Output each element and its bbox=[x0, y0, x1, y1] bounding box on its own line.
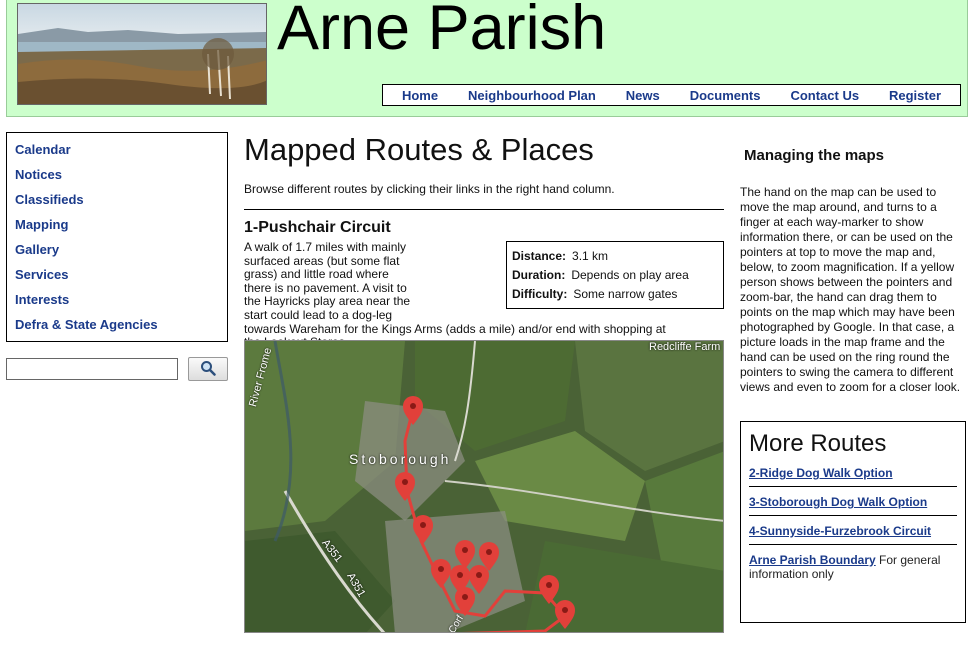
main-content: Mapped Routes & Places Browse different … bbox=[244, 130, 724, 349]
sidebar-item-services[interactable]: Services bbox=[15, 267, 227, 292]
more-routes-title: More Routes bbox=[749, 430, 887, 457]
sidebar-item-defra-state-agencies[interactable]: Defra & State Agencies bbox=[15, 317, 227, 342]
difficulty-row: Difficulty: Some narrow gates bbox=[512, 287, 678, 301]
sidebar-item-mapping[interactable]: Mapping bbox=[15, 217, 227, 242]
route-title: 1-Pushchair Circuit bbox=[244, 219, 391, 236]
aside-title: Managing the maps bbox=[744, 147, 885, 164]
sidebar-item-gallery[interactable]: Gallery bbox=[15, 242, 227, 267]
header-landscape-photo bbox=[17, 3, 267, 105]
sidebar-item-calendar[interactable]: Calendar bbox=[15, 142, 227, 167]
intro-text: Browse different routes by clicking thei… bbox=[244, 182, 615, 196]
sidebar-item-notices[interactable]: Notices bbox=[15, 167, 227, 192]
duration-row: Duration: Depends on play area bbox=[512, 268, 689, 282]
maps-help-panel: Managing the maps The hand on the map ca… bbox=[740, 138, 970, 395]
route-link-sunnyside-furzebrook[interactable]: 4-Sunnyside-Furzebrook Circuit bbox=[749, 524, 931, 538]
site-title: Arne Parish bbox=[277, 0, 607, 63]
nav-home[interactable]: Home bbox=[402, 88, 438, 103]
map-label-farm: Redcliffe Farm bbox=[649, 341, 721, 353]
top-navigation: Home Neighbourhood Plan News Documents C… bbox=[382, 84, 961, 106]
search-input[interactable] bbox=[6, 358, 178, 380]
list-item: Arne Parish Boundary For general informa… bbox=[749, 545, 957, 587]
page-title: Mapped Routes & Places bbox=[244, 132, 594, 167]
nav-neighbourhood-plan[interactable]: Neighbourhood Plan bbox=[468, 88, 596, 103]
search-button[interactable] bbox=[188, 357, 228, 381]
distance-row: Distance: 3.1 km bbox=[512, 249, 609, 263]
route-link-parish-boundary[interactable]: Arne Parish Boundary bbox=[749, 553, 876, 567]
nav-news[interactable]: News bbox=[626, 88, 660, 103]
sidebar-item-classifieds[interactable]: Classifieds bbox=[15, 192, 227, 217]
sidebar-item-interests[interactable]: Interests bbox=[15, 292, 227, 317]
magnifier-icon bbox=[200, 360, 216, 379]
nav-register[interactable]: Register bbox=[889, 88, 941, 103]
aside-text: The hand on the map can be used to move … bbox=[740, 185, 961, 394]
nav-contact-us[interactable]: Contact Us bbox=[790, 88, 859, 103]
route-link-stoborough-dog-walk[interactable]: 3-Stoborough Dog Walk Option bbox=[749, 495, 927, 509]
more-routes-box: More Routes 2-Ridge Dog Walk Option 3-St… bbox=[740, 421, 966, 623]
route-facts-box: Distance: 3.1 km Duration: Depends on play… bbox=[506, 241, 724, 309]
route-details: A walk of 1.7 miles with mainly surfaced… bbox=[244, 240, 724, 349]
list-item: 2-Ridge Dog Walk Option bbox=[749, 458, 957, 487]
sidebar-menu: Calendar Notices Classifieds Mapping Gal… bbox=[6, 132, 228, 342]
map-label-village: Stoborough bbox=[349, 451, 452, 467]
route-map[interactable]: Redcliffe Farm River Frome Stoborough A3… bbox=[244, 340, 724, 633]
divider bbox=[244, 209, 724, 210]
nav-documents[interactable]: Documents bbox=[690, 88, 761, 103]
list-item: 3-Stoborough Dog Walk Option bbox=[749, 487, 957, 516]
list-item: 4-Sunnyside-Furzebrook Circuit bbox=[749, 516, 957, 545]
route-link-ridge-dog-walk[interactable]: 2-Ridge Dog Walk Option bbox=[749, 466, 893, 480]
site-header: Arne Parish Home Neighbourhood Plan News… bbox=[6, 0, 968, 117]
